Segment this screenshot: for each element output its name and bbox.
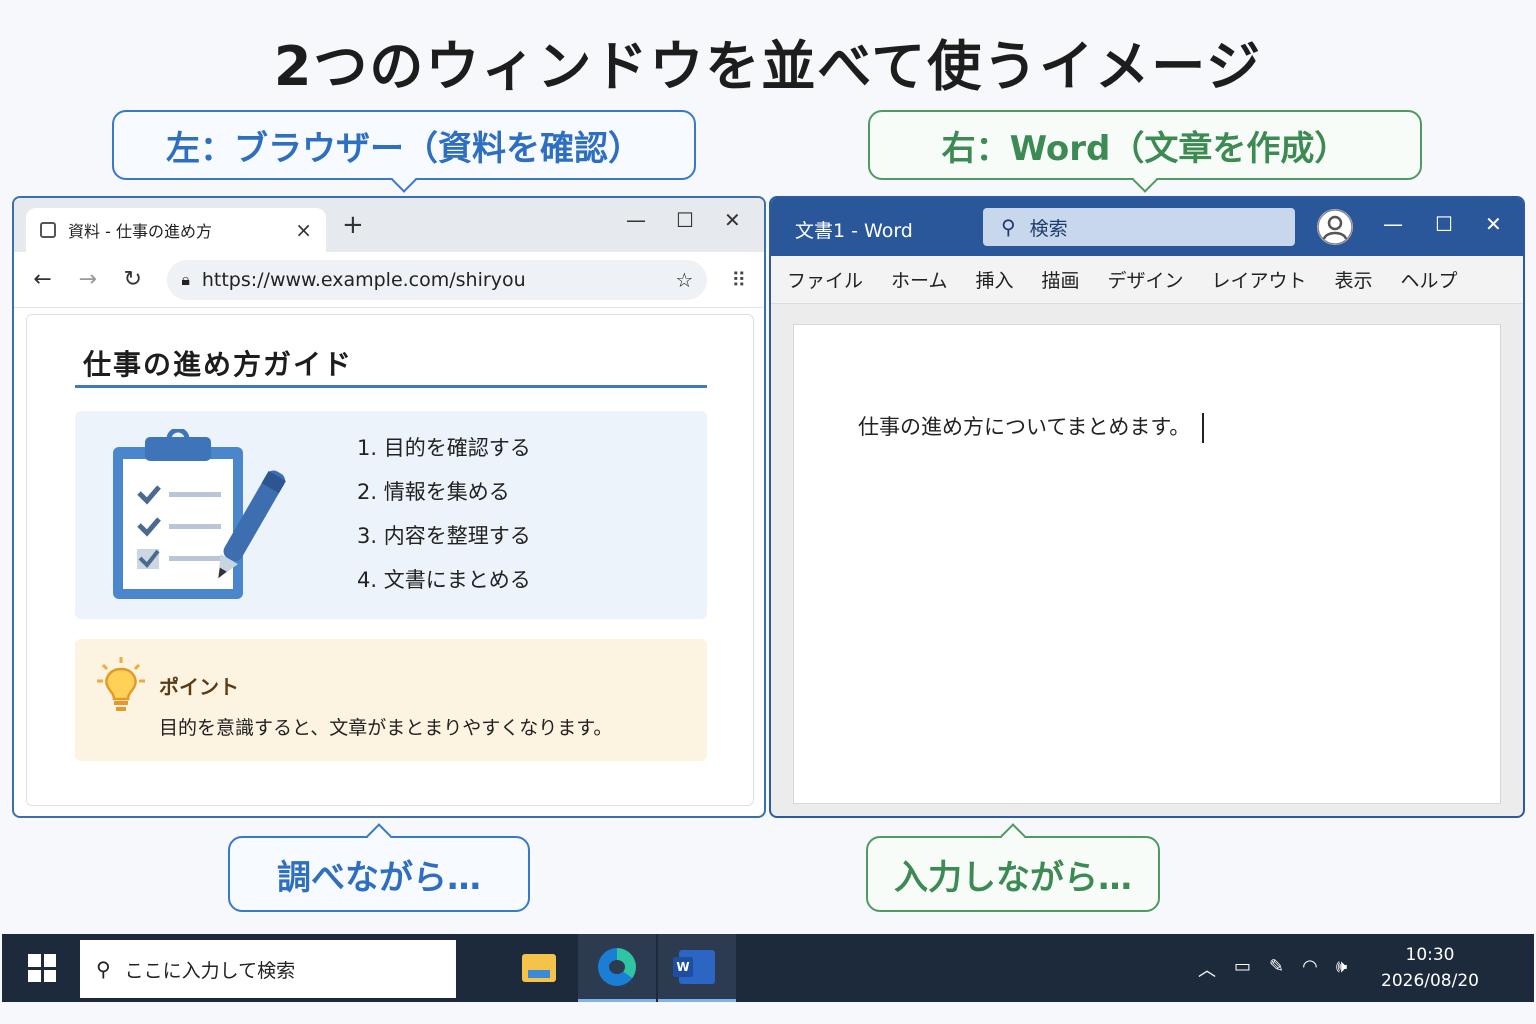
step-item: 1. 目的を確認する [357,436,531,460]
tab-help[interactable]: ヘルプ [1401,266,1458,293]
callout-researching-label: 調べながら… [277,857,481,898]
maximize-icon[interactable]: ☐ [1435,212,1453,236]
clock-time: 10:30 [1405,945,1455,965]
close-icon[interactable]: ✕ [724,208,741,232]
taskbar-word[interactable] [658,934,736,1002]
forward-icon[interactable]: → [77,267,98,292]
guide-heading: 仕事の進め方ガイド [83,348,354,381]
word-window: 文書1 - Word ⚲ 検索 — ☐ ✕ ファイル ホーム 挿入 描画 デザイ… [769,196,1525,818]
page-title: 2つのウィンドウを並べて使うイメージ [273,35,1263,98]
back-icon[interactable]: ← [32,267,53,292]
lightbulb-icon [97,657,145,711]
heading-underline [75,385,707,388]
browser-tab-title: 資料 - 仕事の進め方 [68,222,212,241]
tab-file[interactable]: ファイル [787,266,863,293]
url-text: https://www.example.com/shiryou [201,268,526,291]
address-bar[interactable]: 🔒︎ https://www.example.com/shiryou ☆ [167,259,708,300]
tip-panel: ポイント 目的を意識すると、文章がまとまりやすくなります。 [75,639,707,761]
start-windows-icon[interactable] [28,954,56,982]
taskbar-edge[interactable] [578,934,656,1002]
system-tray: ︿ ▭ ✎ ◠ 🕪︎ [1198,956,1347,982]
tab-insert[interactable]: 挿入 [975,266,1013,293]
browser-window: 資料 - 仕事の進め方 × + — ☐ ✕ ← → ↻ 🔒︎ https://w… [12,196,766,818]
reload-icon[interactable]: ↻ [122,267,143,292]
document-page[interactable]: 仕事の進め方についてまとめます。 [793,324,1501,804]
step-item: 3. 内容を整理する [357,524,531,548]
taskbar-search-box[interactable]: ⚲ ここに入力して検索 [80,940,456,998]
browser-tab-bar: 資料 - 仕事の進め方 × + — ☐ ✕ [14,198,764,252]
browser-tab[interactable]: 資料 - 仕事の進め方 × [26,208,326,252]
callout-browser-label: 左：ブラウザー（資料を確認） [166,128,642,169]
word-search-placeholder: 検索 [1029,217,1068,240]
minimize-icon[interactable]: — [626,208,646,232]
step-item: 4. 文書にまとめる [357,568,531,592]
taskbar-search-placeholder: ここに入力して検索 [124,959,296,982]
tab-design[interactable]: デザイン [1107,266,1183,293]
edge-icon [598,947,636,986]
battery-icon[interactable]: ▭ [1234,956,1251,982]
word-title-bar: 文書1 - Word ⚲ 検索 — ☐ ✕ [771,198,1523,256]
chevron-up-icon[interactable]: ︿ [1198,956,1216,982]
tab-draw[interactable]: 描画 [1041,266,1079,293]
lock-icon: 🔒︎ [181,269,190,289]
wifi-icon[interactable]: ◠ [1302,956,1318,982]
clock-date: 2026/08/20 [1381,971,1479,991]
close-icon[interactable]: ✕ [1485,212,1502,236]
clipboard-checklist-icon [113,429,286,599]
search-icon: ⚲ [96,957,111,981]
search-icon: ⚲ [1001,215,1016,239]
callout-word-label: 右：Word（文章を作成） [941,128,1349,169]
browser-menu-icon[interactable]: ⠿ [731,268,746,292]
word-ribbon-tabs: ファイル ホーム 挿入 描画 デザイン レイアウト 表示 ヘルプ [771,256,1523,304]
text-cursor [1202,413,1205,443]
callout-browser: 左：ブラウザー（資料を確認） [112,110,696,193]
tip-text: 目的を意識すると、文章がまとまりやすくなります。 [159,717,613,739]
maximize-icon[interactable]: ☐ [676,208,694,232]
volume-icon[interactable]: 🕪︎ [1336,956,1347,982]
new-tab-button[interactable]: + [342,210,364,240]
document-text-line[interactable]: 仕事の進め方についてまとめます。 [858,411,1205,443]
taskbar-file-explorer[interactable] [500,934,578,1002]
step-item: 2. 情報を集める [357,480,510,504]
taskbar: ⚲ ここに入力して検索 ︿ ▭ ✎ ◠ 🕪︎ 10:30 2026/08/20 [2,934,1534,1002]
word-icon [673,949,715,984]
tip-label: ポイント [159,675,239,699]
word-document-title: 文書1 - Word [795,220,913,242]
steps-list: 1. 目的を確認する 2. 情報を集める 3. 内容を整理する 4. 文書にまと… [357,433,531,609]
word-window-controls: — ☐ ✕ [1383,212,1502,236]
pen-icon[interactable]: ✎ [1269,956,1284,982]
callout-typing-label: 入力しながら… [894,857,1132,898]
callout-word: 右：Word（文章を作成） [868,110,1422,193]
taskbar-clock[interactable]: 10:30 2026/08/20 [1372,942,1488,994]
browser-toolbar: ← → ↻ 🔒︎ https://www.example.com/shiryou… [14,252,764,308]
favicon-icon [40,222,56,238]
tab-home[interactable]: ホーム [891,266,947,293]
callout-typing: 入力しながら… [866,823,1160,912]
bookmark-star-icon[interactable]: ☆ [675,268,693,292]
file-explorer-icon [522,954,556,982]
account-avatar-icon[interactable] [1317,209,1353,245]
steps-panel: 1. 目的を確認する 2. 情報を集める 3. 内容を整理する 4. 文書にまと… [75,411,707,619]
minimize-icon[interactable]: — [1383,212,1403,236]
word-search-box[interactable]: ⚲ 検索 [983,208,1295,246]
tab-view[interactable]: 表示 [1335,266,1373,293]
tab-close-icon[interactable]: × [295,218,312,242]
browser-page-content: 仕事の進め方ガイド 1. 目的を確認する 2. 情報を集める 3. 内容を整理す… [26,314,754,806]
document-text: 仕事の進め方についてまとめます。 [858,415,1191,439]
browser-window-controls: — ☐ ✕ [626,208,741,232]
tab-layout[interactable]: レイアウト [1212,266,1307,293]
callout-researching: 調べながら… [228,823,530,912]
